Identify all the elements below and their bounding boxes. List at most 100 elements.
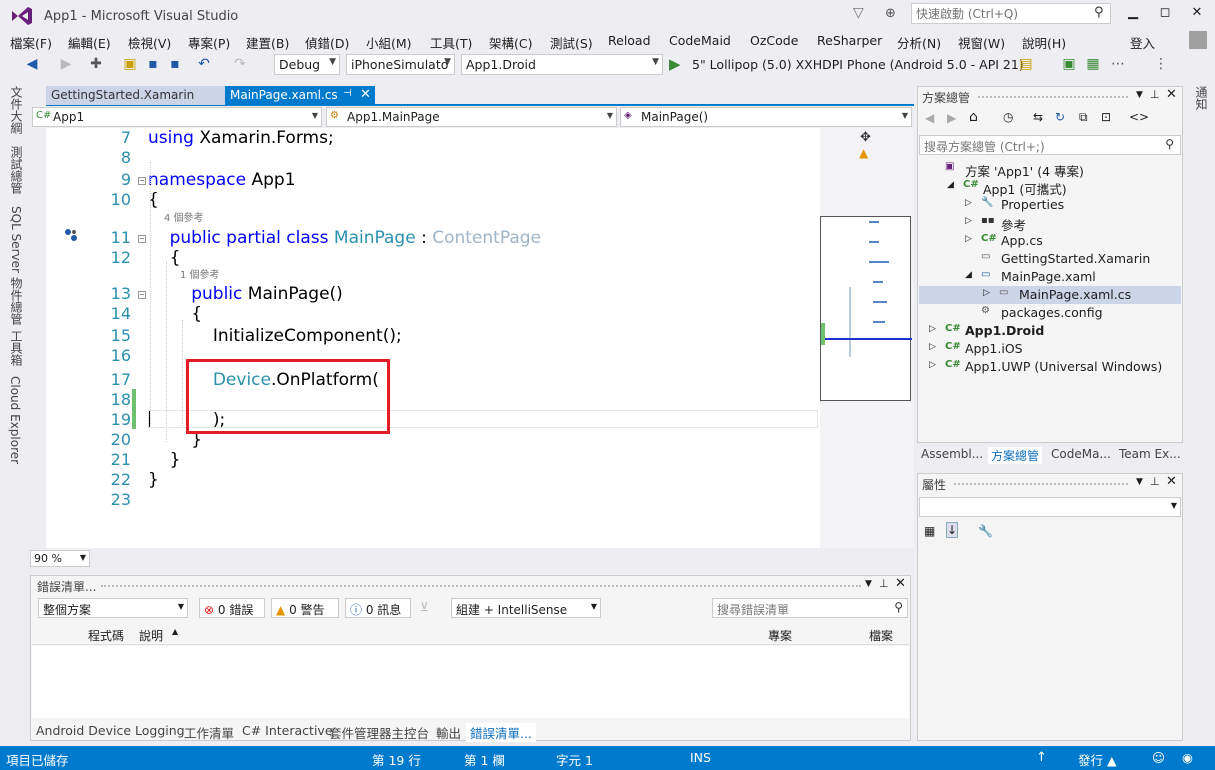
- left-tab-test-explorer[interactable]: 測試總管: [8, 146, 25, 194]
- tree-item[interactable]: ▣ 方案 'App1' (4 專案): [919, 160, 1181, 179]
- menu-item-1[interactable]: 編輯(E): [68, 33, 111, 52]
- zoom-combo[interactable]: 90 % ▼: [30, 550, 90, 567]
- menu-item-14[interactable]: 分析(N): [897, 33, 941, 52]
- menu-item-10[interactable]: Reload: [608, 33, 651, 48]
- pin-icon[interactable]: ⊥: [1150, 475, 1160, 488]
- error-search-input[interactable]: 搜尋錯誤清單 ⚲: [712, 598, 908, 618]
- tree-item[interactable]: ▷ 🔧 Properties: [919, 196, 1181, 214]
- expanded-icon[interactable]: ◢: [965, 270, 972, 280]
- menu-item-3[interactable]: 專案(P): [188, 33, 230, 52]
- member-nav-combo[interactable]: ◈ MainPage() ▼: [620, 107, 912, 127]
- show-all-icon[interactable]: ⊡: [1101, 110, 1111, 124]
- tab-team-explorer[interactable]: Team Ex...: [1119, 447, 1181, 461]
- tab-package-manager[interactable]: 套件管理器主控台: [329, 723, 429, 742]
- startup-project-combo[interactable]: App1.Droid ▼: [461, 54, 663, 75]
- tab-csharp-interactive[interactable]: C# Interactive: [242, 723, 333, 738]
- menu-item-5[interactable]: 偵錯(D): [305, 33, 349, 52]
- errors-filter-button[interactable]: ⊗ 0 錯誤: [199, 598, 265, 618]
- tab-codemaid[interactable]: CodeMa...: [1051, 447, 1111, 461]
- menu-item-9[interactable]: 測試(S): [550, 33, 593, 52]
- toolbar-extra-icon[interactable]: ▤: [1018, 56, 1034, 72]
- collapse-icon[interactable]: −: [138, 177, 146, 185]
- redo-icon[interactable]: ↷: [232, 56, 248, 72]
- code-line[interactable]: 15 InitializeComponent();: [46, 326, 820, 346]
- dropdown-icon[interactable]: ▼: [1136, 90, 1143, 100]
- open-file-icon[interactable]: ▣: [122, 56, 138, 72]
- new-project-icon[interactable]: ✚: [88, 56, 104, 72]
- code-line[interactable]: 14 {: [46, 304, 820, 324]
- forward-icon[interactable]: ▶: [58, 56, 74, 72]
- collapse-icon[interactable]: −: [138, 235, 146, 243]
- code-line[interactable]: 18: [46, 390, 820, 410]
- tree-item[interactable]: ▷ C# App.cs: [919, 232, 1181, 250]
- notifications-icon[interactable]: ◉: [1182, 750, 1193, 765]
- property-pages-icon[interactable]: 🔧: [978, 524, 993, 538]
- device-manager-icon[interactable]: ▣: [1061, 56, 1077, 72]
- expanded-icon[interactable]: ◢: [947, 180, 954, 190]
- tree-item[interactable]: ▷ C# App1.Droid: [919, 322, 1181, 340]
- close-button[interactable]: ✕: [1182, 5, 1212, 25]
- collapse-icon[interactable]: −: [138, 291, 146, 299]
- build-filter-combo[interactable]: 組建 + IntelliSense ▼: [451, 598, 601, 618]
- tab-solution-explorer[interactable]: 方案總管: [988, 447, 1043, 464]
- undo-icon[interactable]: ↶: [196, 56, 212, 72]
- col-code[interactable]: 程式碼: [88, 627, 124, 644]
- tree-item[interactable]: ▷ C# App1.UWP (Universal Windows): [919, 358, 1181, 376]
- code-line[interactable]: 13 public MainPage() −: [46, 284, 820, 304]
- codelens-references[interactable]: 1 個參考: [180, 266, 220, 281]
- menu-item-0[interactable]: 檔案(F): [10, 33, 52, 52]
- avatar-icon[interactable]: [1189, 31, 1207, 49]
- left-tab-document-outline[interactable]: 文件大綱: [8, 86, 25, 134]
- code-line[interactable]: 16: [46, 346, 820, 366]
- collapsed-icon[interactable]: ▷: [965, 234, 972, 244]
- menu-item-6[interactable]: 小組(M): [366, 33, 412, 52]
- scope-combo[interactable]: 整個方案 ▼: [38, 598, 188, 618]
- tab-task-list[interactable]: 工作清單: [184, 723, 234, 742]
- horizontal-scrollbar[interactable]: [92, 550, 820, 567]
- col-file[interactable]: 檔案: [869, 627, 893, 644]
- code-line[interactable]: 7 using Xamarin.Forms;: [46, 128, 820, 148]
- tab-mainpage-cs[interactable]: MainPage.xaml.cs ⊣ ✕: [225, 86, 375, 105]
- sdk-manager-icon[interactable]: ▦: [1085, 56, 1101, 72]
- tab-error-list[interactable]: 錯誤清單...: [466, 723, 536, 742]
- clear-filter-icon[interactable]: ⊻: [420, 600, 429, 614]
- collapse-icon[interactable]: ⧉: [1079, 110, 1088, 125]
- menu-item-8[interactable]: 架構(C): [489, 33, 532, 52]
- pin-icon[interactable]: ⊣: [343, 88, 352, 99]
- project-nav-combo[interactable]: C# App1 ▼: [32, 107, 322, 127]
- warnings-filter-button[interactable]: ▲ 0 警告: [271, 598, 339, 618]
- code-line[interactable]: 22}: [46, 470, 820, 490]
- collapsed-icon[interactable]: ▷: [965, 198, 972, 208]
- properties-object-combo[interactable]: ▼: [919, 497, 1181, 517]
- tree-item[interactable]: ▷ ▪▪ 參考: [919, 214, 1181, 233]
- code-line[interactable]: 12 {: [46, 248, 820, 268]
- collapsed-icon[interactable]: ▷: [965, 216, 972, 226]
- smiley-icon[interactable]: ☺: [1152, 750, 1165, 765]
- sync-icon[interactable]: ⇆: [1033, 110, 1043, 124]
- home-icon[interactable]: ⌂: [969, 109, 978, 125]
- menu-item-2[interactable]: 檢視(V): [128, 33, 171, 52]
- col-description[interactable]: 說明: [139, 627, 163, 644]
- split-icon[interactable]: ✥: [860, 130, 871, 145]
- sign-in-link[interactable]: 登入: [1130, 33, 1155, 52]
- collapsed-icon[interactable]: ▷: [929, 324, 936, 334]
- menu-item-15[interactable]: 視窗(W): [958, 33, 1005, 52]
- left-tab-cloud-explorer[interactable]: Cloud Explorer: [8, 376, 22, 464]
- menu-item-7[interactable]: 工具(T): [430, 33, 472, 52]
- menu-item-12[interactable]: OzCode: [750, 33, 798, 48]
- pin-icon[interactable]: ⊥: [1150, 88, 1160, 101]
- history-icon[interactable]: ◷: [1003, 110, 1013, 124]
- menu-item-4[interactable]: 建置(B): [246, 33, 289, 52]
- code-editor[interactable]: 7 using Xamarin.Forms; 8 9 namespace App1−10…: [46, 128, 820, 548]
- collapsed-icon[interactable]: ▷: [983, 288, 990, 298]
- solution-explorer-search[interactable]: 搜尋方案總管 (Ctrl+;) ⚲: [919, 135, 1181, 155]
- config-combo[interactable]: Debug ▼: [274, 54, 340, 75]
- play-icon[interactable]: ▶: [669, 55, 681, 73]
- quick-launch-input[interactable]: [912, 4, 1088, 23]
- left-tab-toolbox[interactable]: 工具箱: [8, 330, 25, 366]
- code-line[interactable]: 11 public partial class MainPage : Conte…: [46, 228, 820, 248]
- close-icon[interactable]: ✕: [1166, 474, 1177, 489]
- minimap-viewport[interactable]: [820, 216, 912, 401]
- back-icon[interactable]: ◀: [24, 56, 40, 72]
- tab-assembly[interactable]: Assembl...: [921, 447, 983, 461]
